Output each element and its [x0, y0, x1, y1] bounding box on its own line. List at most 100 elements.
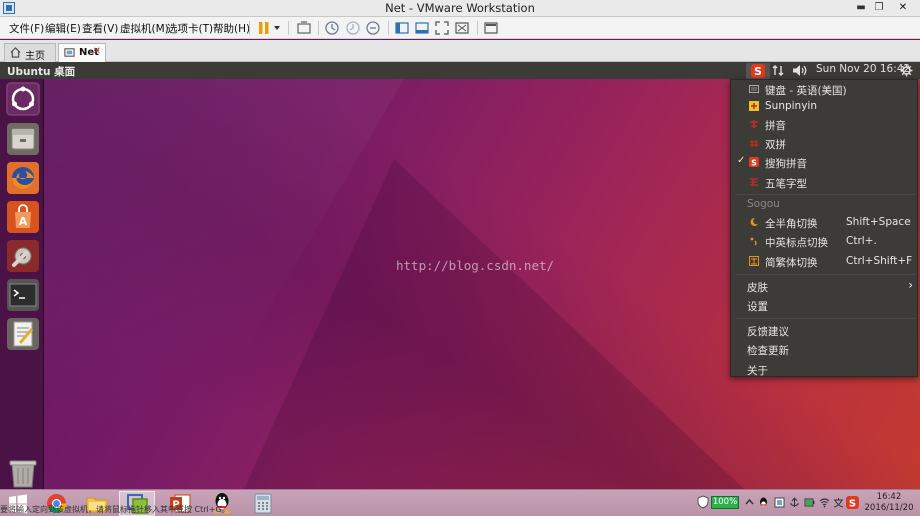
unity-mode-icon[interactable] — [454, 20, 470, 36]
close-icon[interactable]: ✕ — [93, 46, 101, 57]
vm-icon — [64, 48, 75, 57]
launcher-text-editor[interactable] — [6, 317, 40, 351]
menu-view[interactable]: 查看(V) — [82, 21, 118, 36]
software-center-icon: A — [7, 201, 39, 233]
tab-label: 主页 — [25, 51, 45, 62]
panel-title: Ubuntu 桌面 — [7, 66, 76, 78]
menu-item-feedback[interactable]: 反馈建议 — [731, 321, 919, 340]
launcher-dash[interactable] — [6, 82, 40, 116]
tray-arrow-icon[interactable] — [744, 497, 755, 508]
shield-icon[interactable] — [697, 495, 709, 509]
watermark-text: http://blog.csdn.net/ — [396, 258, 555, 273]
menu-item-about[interactable]: 关于 — [731, 360, 919, 379]
wifi-icon[interactable] — [819, 497, 830, 508]
chevron-down-icon[interactable] — [272, 20, 282, 36]
menu-help[interactable]: 帮助(H) — [213, 21, 250, 36]
menu-item-label: 五笔字型 — [765, 178, 807, 190]
ubuntu-dash-icon — [6, 82, 40, 116]
tab-home[interactable]: 主页 — [4, 43, 56, 62]
close-button[interactable]: ✕ — [894, 1, 912, 15]
minimize-button[interactable]: ▬ — [852, 1, 870, 15]
launcher-system-settings[interactable] — [6, 239, 40, 273]
toolbar-separator — [318, 21, 319, 35]
sogou-icon: S — [749, 157, 759, 167]
volume-icon[interactable] — [792, 64, 808, 77]
snapshot-icon[interactable] — [324, 20, 340, 36]
sogou-indicator-button[interactable]: S — [746, 63, 770, 79]
firefox-icon — [7, 162, 39, 194]
checkmark-icon: ✓ — [737, 155, 746, 166]
revert-snapshot-icon[interactable] — [345, 20, 361, 36]
menu-item-label: 中英标点切换 — [765, 237, 828, 249]
shuangpin-icon — [750, 140, 758, 147]
menu-item-label: 搜狗拼音 — [765, 158, 807, 170]
menu-item-simptrad-toggle[interactable]: 简繁体切换 Ctrl+Shift+F — [731, 252, 919, 271]
menu-item-shortcut: Ctrl+Shift+F — [846, 255, 913, 267]
menu-separator — [735, 194, 915, 195]
menu-item-shuangpin[interactable]: 双拼 — [731, 134, 919, 153]
sogou-icon: S — [751, 64, 765, 78]
moon-icon — [750, 217, 758, 226]
jianfan-icon — [749, 256, 759, 266]
toolbar-separator — [249, 21, 250, 35]
svg-text:S: S — [751, 158, 757, 167]
fullscreen-icon[interactable] — [434, 20, 450, 36]
keyboard-icon — [749, 85, 759, 93]
launcher-files[interactable] — [6, 122, 40, 156]
usb-icon[interactable] — [789, 497, 800, 508]
menu-item-label: 设置 — [747, 301, 768, 313]
launcher-software-center[interactable]: A — [6, 200, 40, 234]
gear-icon[interactable] — [900, 64, 913, 77]
menu-item-label: 双拼 — [765, 139, 786, 151]
menu-vm[interactable]: 虚拟机(M) — [120, 21, 169, 36]
tab-strip: 主页 Net ✕ — [0, 40, 920, 62]
thumbnail-bar-icon[interactable] — [414, 20, 430, 36]
tab-net[interactable]: Net ✕ — [58, 43, 106, 62]
menu-item-fullwidth-toggle[interactable]: 全半角切换 Shift+Space — [731, 213, 919, 232]
menu-edit[interactable]: 编辑(E) — [45, 21, 81, 36]
console-view-icon[interactable] — [483, 20, 499, 36]
menu-item-wubi[interactable]: 五笔字型 — [731, 173, 919, 192]
power-icon[interactable] — [804, 497, 815, 508]
menu-item-sogou-pinyin[interactable]: ✓ S 搜狗拼音 — [731, 153, 919, 172]
panel-clock[interactable]: Sun Nov 20 16:42 — [816, 63, 910, 75]
trash-icon[interactable] — [6, 458, 40, 488]
menu-bar: 文件(F) 编辑(E) 查看(V) 虚拟机(M) 选项卡(T) 帮助(H) — [0, 17, 920, 39]
battery-indicator[interactable]: 100% — [711, 496, 739, 509]
ime-dropdown-menu: 键盘 - 英语(美国) Sunpinyin 拼音 双拼 ✓ S 搜狗拼音 五笔字… — [730, 79, 918, 377]
restore-button[interactable]: ❐ — [870, 1, 888, 15]
terminal-icon — [7, 279, 39, 311]
qq-tray-icon[interactable] — [758, 497, 769, 508]
sogou-icon[interactable]: S — [846, 496, 859, 509]
status-hint: 要将输入定向到该虚拟机，请将鼠标指针移入其中或按 Ctrl+G。 — [0, 505, 230, 514]
send-keys-icon[interactable] — [296, 20, 312, 36]
snapshot-manager-icon[interactable] — [365, 20, 381, 36]
menu-item-label: 反馈建议 — [747, 326, 789, 338]
vm-tray-icon[interactable] — [774, 497, 785, 508]
launcher-firefox[interactable] — [6, 161, 40, 195]
pause-icon[interactable] — [256, 20, 272, 36]
menu-item-skin[interactable]: 皮肤 › — [731, 277, 919, 296]
toolbar-separator — [388, 21, 389, 35]
menu-item-settings[interactable]: 设置 — [731, 296, 919, 315]
menu-item-punct-toggle[interactable]: 中英标点切换 Ctrl+. — [731, 232, 919, 251]
ubuntu-top-panel: Ubuntu 桌面 Sun Nov 20 16:42 — [0, 62, 920, 79]
vmware-window: Net - VMware Workstation ▬ ❐ ✕ 文件(F) 编辑(… — [0, 0, 920, 516]
menu-item-pinyin[interactable]: 拼音 — [731, 115, 919, 134]
menu-item-check-update[interactable]: 检查更新 — [731, 340, 919, 359]
network-icon[interactable] — [771, 64, 785, 77]
system-clock[interactable]: 16:42 2016/11/20 — [864, 492, 914, 514]
launcher-terminal[interactable] — [6, 278, 40, 312]
menu-item-label: 全半角切换 — [765, 218, 818, 230]
pinyin-icon — [750, 120, 758, 128]
language-icon[interactable] — [833, 497, 844, 508]
title-bar: Net - VMware Workstation ▬ ❐ ✕ — [0, 0, 920, 17]
menu-file[interactable]: 文件(F) — [9, 21, 44, 36]
sidebar-icon[interactable] — [394, 20, 410, 36]
calculator-icon — [254, 493, 272, 514]
menu-item-label: 检查更新 — [747, 345, 789, 357]
taskbar-calculator[interactable] — [245, 491, 281, 516]
toolbar-separator — [288, 21, 289, 35]
menu-item-sunpinyin[interactable]: Sunpinyin — [731, 97, 919, 116]
menu-tabs[interactable]: 选项卡(T) — [167, 21, 213, 36]
